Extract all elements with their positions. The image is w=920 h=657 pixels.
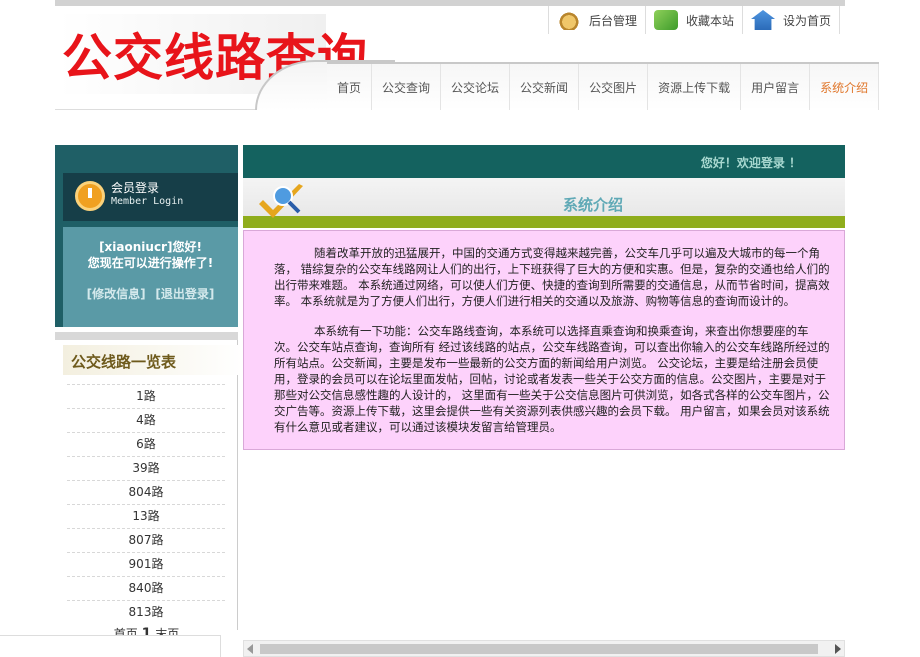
nav-messages[interactable]: 用户留言	[741, 64, 811, 110]
nav-resources[interactable]: 资源上传下载	[648, 64, 742, 110]
login-subtitle: Member Login	[111, 196, 184, 207]
user-greeting: [xiaoniucr]您好!	[99, 240, 202, 254]
top-links: 后台管理 收藏本站 设为首页	[548, 6, 841, 34]
nav-pictures[interactable]: 公交图片	[579, 64, 649, 110]
login-title: 会员登录	[111, 181, 160, 195]
admin-link-label: 后台管理	[589, 13, 638, 28]
route-item[interactable]: 6路	[67, 432, 225, 456]
scrollbar-thumb[interactable]	[260, 644, 818, 654]
login-header: 会员登录 Member Login	[63, 173, 238, 221]
system-intro-content: 随着改革开放的迅猛展开，中国的交通方式变得越来越完善，公交车几乎可以遍及大城市的…	[243, 230, 845, 450]
nav-news[interactable]: 公交新闻	[510, 64, 580, 110]
section-title-bar: 系统介绍	[243, 178, 845, 228]
bookmark-link-label: 收藏本站	[686, 13, 735, 28]
route-list-heading: 公交线路一览表	[71, 353, 177, 371]
login-body: [xiaoniucr]您好! 您现在可以进行操作了! [修改信息] [退出登录]	[63, 227, 238, 327]
sidebar-divider	[55, 332, 238, 340]
set-homepage-link[interactable]: 设为首页	[743, 6, 841, 34]
nav-bus-search[interactable]: 公交查询	[372, 64, 442, 110]
route-item[interactable]: 39路	[67, 456, 225, 480]
route-item[interactable]: 13路	[67, 504, 225, 528]
nav-home[interactable]: 首页	[327, 64, 373, 110]
edit-profile-link[interactable]: [修改信息]	[87, 287, 146, 301]
main-nav: 首页 公交查询 公交论坛 公交新闻 公交图片 资源上传下载 用户留言 系统介绍	[327, 62, 880, 110]
route-item[interactable]: 804路	[67, 480, 225, 504]
welcome-text: 您好！欢迎登录 ！	[700, 156, 801, 170]
power-icon	[75, 181, 105, 211]
admin-link[interactable]: 后台管理	[549, 6, 647, 34]
section-title: 系统介绍	[563, 196, 624, 214]
logout-link[interactable]: [退出登录]	[155, 287, 214, 301]
route-list: 1路 4路 6路 39路 804路 13路 807路 901路 840路 813…	[67, 384, 225, 624]
scroll-right-icon[interactable]	[835, 644, 841, 654]
bookmark-link[interactable]: 收藏本站	[646, 6, 744, 34]
horizontal-scrollbar[interactable]	[243, 640, 845, 657]
route-list-heading-bar: 公交线路一览表	[63, 345, 243, 375]
route-item[interactable]: 807路	[67, 528, 225, 552]
route-list-panel: 公交线路一览表 1路 4路 6路 39路 804路 13路 807路 901路 …	[55, 340, 243, 630]
nav-forum[interactable]: 公交论坛	[441, 64, 511, 110]
login-message: 您现在可以进行操作了!	[87, 256, 214, 270]
left-sidebar: 会员登录 Member Login [xiaoniucr]您好! 您现在可以进行…	[55, 145, 238, 327]
route-item[interactable]: 813路	[67, 600, 225, 624]
route-item[interactable]: 901路	[67, 552, 225, 576]
features-paragraph: 本系统有一下功能：公交车路线查询，本系统可以选择直乘查询和换乘查询，来查出你想要…	[274, 324, 830, 434]
route-item[interactable]: 1路	[67, 384, 225, 408]
home-icon	[751, 10, 776, 30]
intro-paragraph: 随着改革开放的迅猛展开，中国的交通方式变得越来越完善，公交车几乎可以遍及大城市的…	[274, 246, 830, 308]
nav-system-intro[interactable]: 系统介绍	[810, 64, 880, 110]
set-homepage-link-label: 设为首页	[783, 13, 832, 28]
route-item[interactable]: 840路	[67, 576, 225, 600]
magnifier-icon	[259, 184, 303, 218]
member-login-panel: 会员登录 Member Login [xiaoniucr]您好! 您现在可以进行…	[55, 145, 238, 327]
phone-icon	[557, 10, 581, 30]
favorite-icon	[654, 10, 679, 30]
account-links: [修改信息] [退出登录]	[63, 285, 238, 302]
route-item[interactable]: 4路	[67, 408, 225, 432]
scroll-left-icon[interactable]	[247, 644, 253, 654]
main-header-bar: 您好！欢迎登录 ！	[243, 145, 845, 178]
bottom-bar	[0, 635, 221, 657]
